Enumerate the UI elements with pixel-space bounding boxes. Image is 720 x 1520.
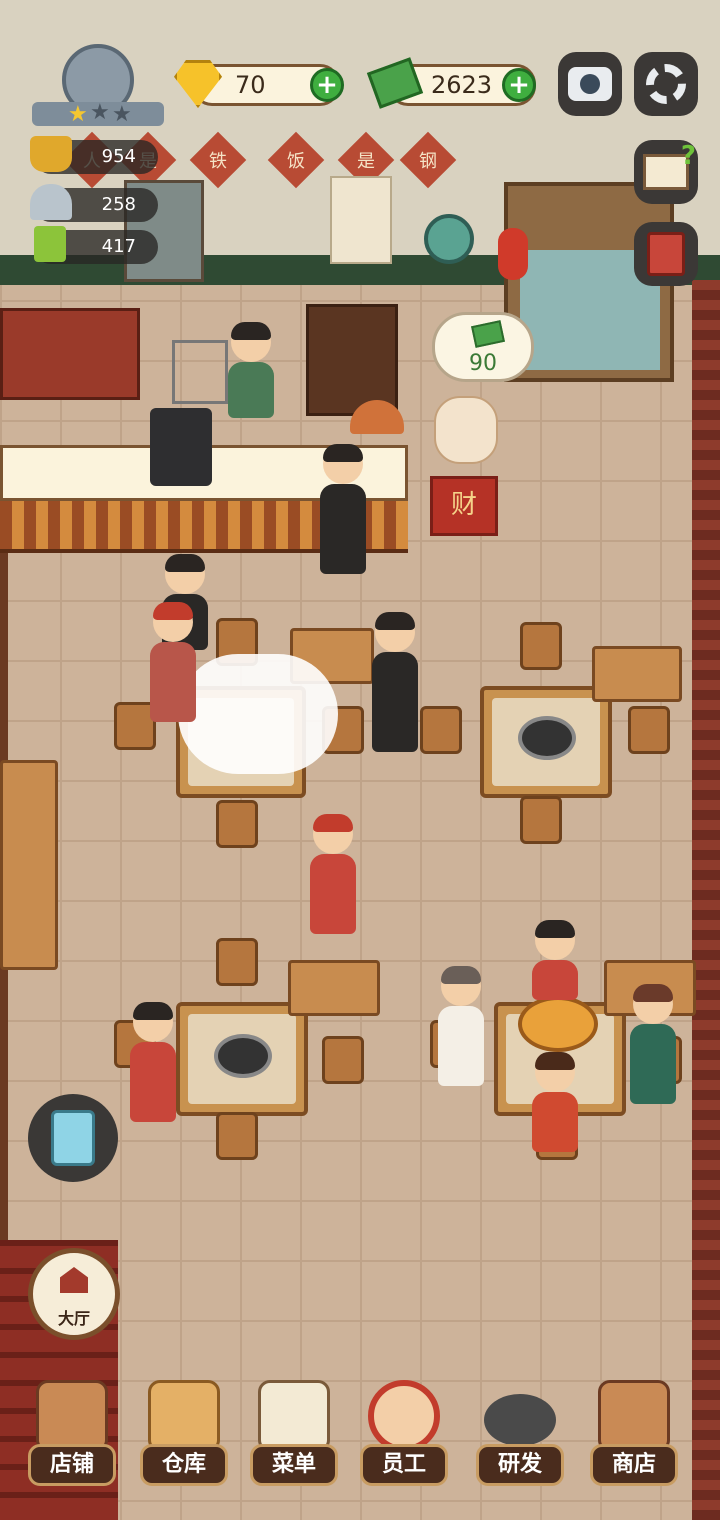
chef-staff[interactable] [148,602,198,722]
earnings-bubble[interactable]: 90 [432,312,534,382]
customer[interactable] [436,966,486,1086]
nav-store[interactable]: 商店 [590,1380,678,1490]
add-cash-button[interactable]: + [502,68,536,102]
chair [520,796,562,844]
waitress-staff[interactable] [128,1002,178,1122]
wall-sign-char: 饭 [267,131,325,189]
cash-stack-icon [471,320,505,348]
clipboard-icon [51,1110,95,1166]
add-gems-button[interactable]: + [310,68,344,102]
nav-shop[interactable]: 店铺 [28,1380,116,1490]
camera-button[interactable] [558,52,622,116]
camera-icon [568,67,612,101]
nav-menu[interactable]: 菜单 [250,1380,338,1490]
chair [216,1112,258,1160]
recipe-book-icon [34,226,66,262]
notebook-button[interactable] [634,222,698,286]
nav-staff[interactable]: 员工 [360,1380,448,1490]
cashier-staff[interactable] [226,322,276,418]
wok-icon [484,1394,556,1446]
hotpot-dish [518,996,598,1052]
rank-star-icon: ★ [112,102,132,127]
right-wall-rail [692,280,720,1520]
rank-star-icon: ★ [68,102,88,127]
manager-staff[interactable] [318,444,368,574]
store-icon [598,1380,670,1452]
cash-amount: 2623 [431,71,493,99]
side-rack [172,340,228,404]
hotpot-burner [518,716,576,760]
dining-table[interactable] [480,686,612,798]
condiment-counter [0,760,58,970]
house-icon [60,1267,88,1293]
help-book-button[interactable]: ? [634,140,698,204]
gear-icon [646,64,686,104]
gem-amount: 70 [235,71,266,99]
staff-icon [368,1380,440,1452]
nav-warehouse[interactable]: 仓库 [140,1380,228,1490]
menu-clipboard-icon [258,1380,330,1452]
earnings-amount: 90 [469,351,497,376]
waiter-staff[interactable] [308,814,358,934]
help-book-icon: ? [643,141,696,190]
chair [216,800,258,848]
hotpot-burner [214,1034,272,1078]
cash-register[interactable] [150,408,212,486]
rank-badge[interactable]: ★ ★ ★ [32,44,164,127]
chair [520,622,562,670]
nav-research[interactable]: 研发 [476,1380,564,1490]
steam-cloud [178,654,338,774]
lucky-cat-pedestal: 财 [430,476,498,536]
red-lantern [498,228,528,280]
wall-poster [330,176,392,264]
task-clipboard-button[interactable] [28,1094,118,1182]
chair [420,706,462,754]
pot-icon [30,136,72,172]
rank-star-icon: ★ [90,100,110,125]
chair [628,706,670,754]
dining-table[interactable] [176,1002,308,1116]
wall-sign-char: 钢 [399,131,457,189]
shop-building-icon [36,1380,108,1452]
chair [322,1036,364,1084]
hall-button[interactable]: 大厅 [28,1248,120,1340]
lucky-cat[interactable]: 财 [424,396,504,542]
bottle-crates [0,308,140,400]
staff-member[interactable] [370,612,420,752]
customer[interactable] [628,984,678,1104]
customer[interactable] [530,920,580,1000]
chair [216,938,258,986]
customer[interactable] [530,1052,580,1152]
cloche-icon [30,184,72,220]
red-notebook-icon [647,232,685,276]
fan [424,214,474,264]
settings-button[interactable] [634,52,698,116]
small-table[interactable] [592,646,682,702]
small-table[interactable] [288,960,380,1016]
boxes-icon [148,1380,220,1452]
